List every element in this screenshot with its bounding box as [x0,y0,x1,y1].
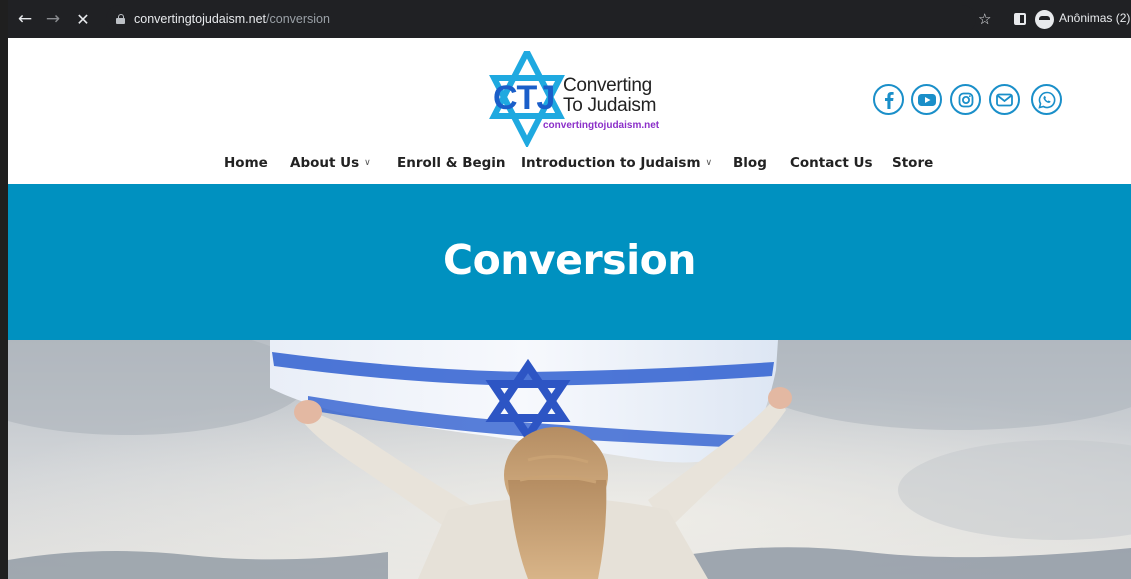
nav-item-about-us[interactable]: About Us ∨ [290,155,371,171]
hero-photo [8,340,1131,579]
email-icon [996,93,1013,106]
url-host: convertingtojudaism.net [134,12,267,26]
whatsapp-icon [1037,91,1055,109]
url-path: /conversion [266,12,330,26]
forward-arrow-icon[interactable]: → [42,8,64,30]
window-edge [0,0,8,579]
page-title: Conversion [442,236,697,284]
nav-item-label: Blog [733,155,767,171]
nav-item-label: Store [892,155,934,171]
nav-item-introduction-to-judaism[interactable]: Introduction to Judaism ∨ [521,155,712,171]
nav-item-store[interactable]: Store [892,155,933,171]
youtube-link[interactable] [911,84,942,115]
site-logo[interactable]: CTJ Converting To Judaism convertingtoju… [486,51,676,147]
page-hero-banner: Conversion [8,184,1131,340]
main-navigation: Home About Us ∨ Enroll & Begin Introducti… [0,155,1131,175]
logo-site-url: convertingtojudaism.net [543,120,660,131]
back-arrow-icon[interactable]: ← [14,8,36,30]
nav-item-enroll-begin[interactable]: Enroll & Begin [397,155,506,171]
nav-item-label: Enroll & Begin [397,155,506,171]
address-bar[interactable]: convertingtojudaism.net/conversion [106,5,976,33]
nav-item-label: Home [224,155,268,171]
nav-item-home[interactable]: Home [224,155,268,171]
stop-loading-icon[interactable]: ✕ [72,8,94,30]
email-link[interactable] [989,84,1020,115]
chevron-down-icon: ∨ [705,158,713,168]
instagram-icon [958,92,973,107]
profile-label[interactable]: Anônimas (2) [1059,11,1130,25]
chevron-down-icon: ∨ [364,158,371,168]
nav-item-label: Introduction to Judaism [521,155,701,171]
youtube-icon [917,93,936,106]
flag-girl-photo [8,340,1131,579]
logo-line-1: Converting [563,75,652,96]
nav-item-label: Contact Us [790,155,873,171]
incognito-avatar-icon[interactable] [1035,10,1054,29]
side-panel-icon[interactable] [1014,13,1026,25]
facebook-link[interactable] [873,84,904,115]
whatsapp-link[interactable] [1031,84,1062,115]
bookmark-star-icon[interactable]: ☆ [978,9,991,29]
lock-icon [116,14,125,24]
instagram-link[interactable] [950,84,981,115]
logo-line-2: To Judaism [563,95,657,116]
facebook-icon [884,91,894,109]
nav-item-blog[interactable]: Blog [733,155,767,171]
logo-monogram: CTJ [493,79,555,117]
browser-toolbar: ← → ✕ convertingtojudaism.net/conversion… [8,0,1131,38]
nav-item-label: About Us [290,155,360,171]
nav-item-contact-us[interactable]: Contact Us [790,155,873,171]
